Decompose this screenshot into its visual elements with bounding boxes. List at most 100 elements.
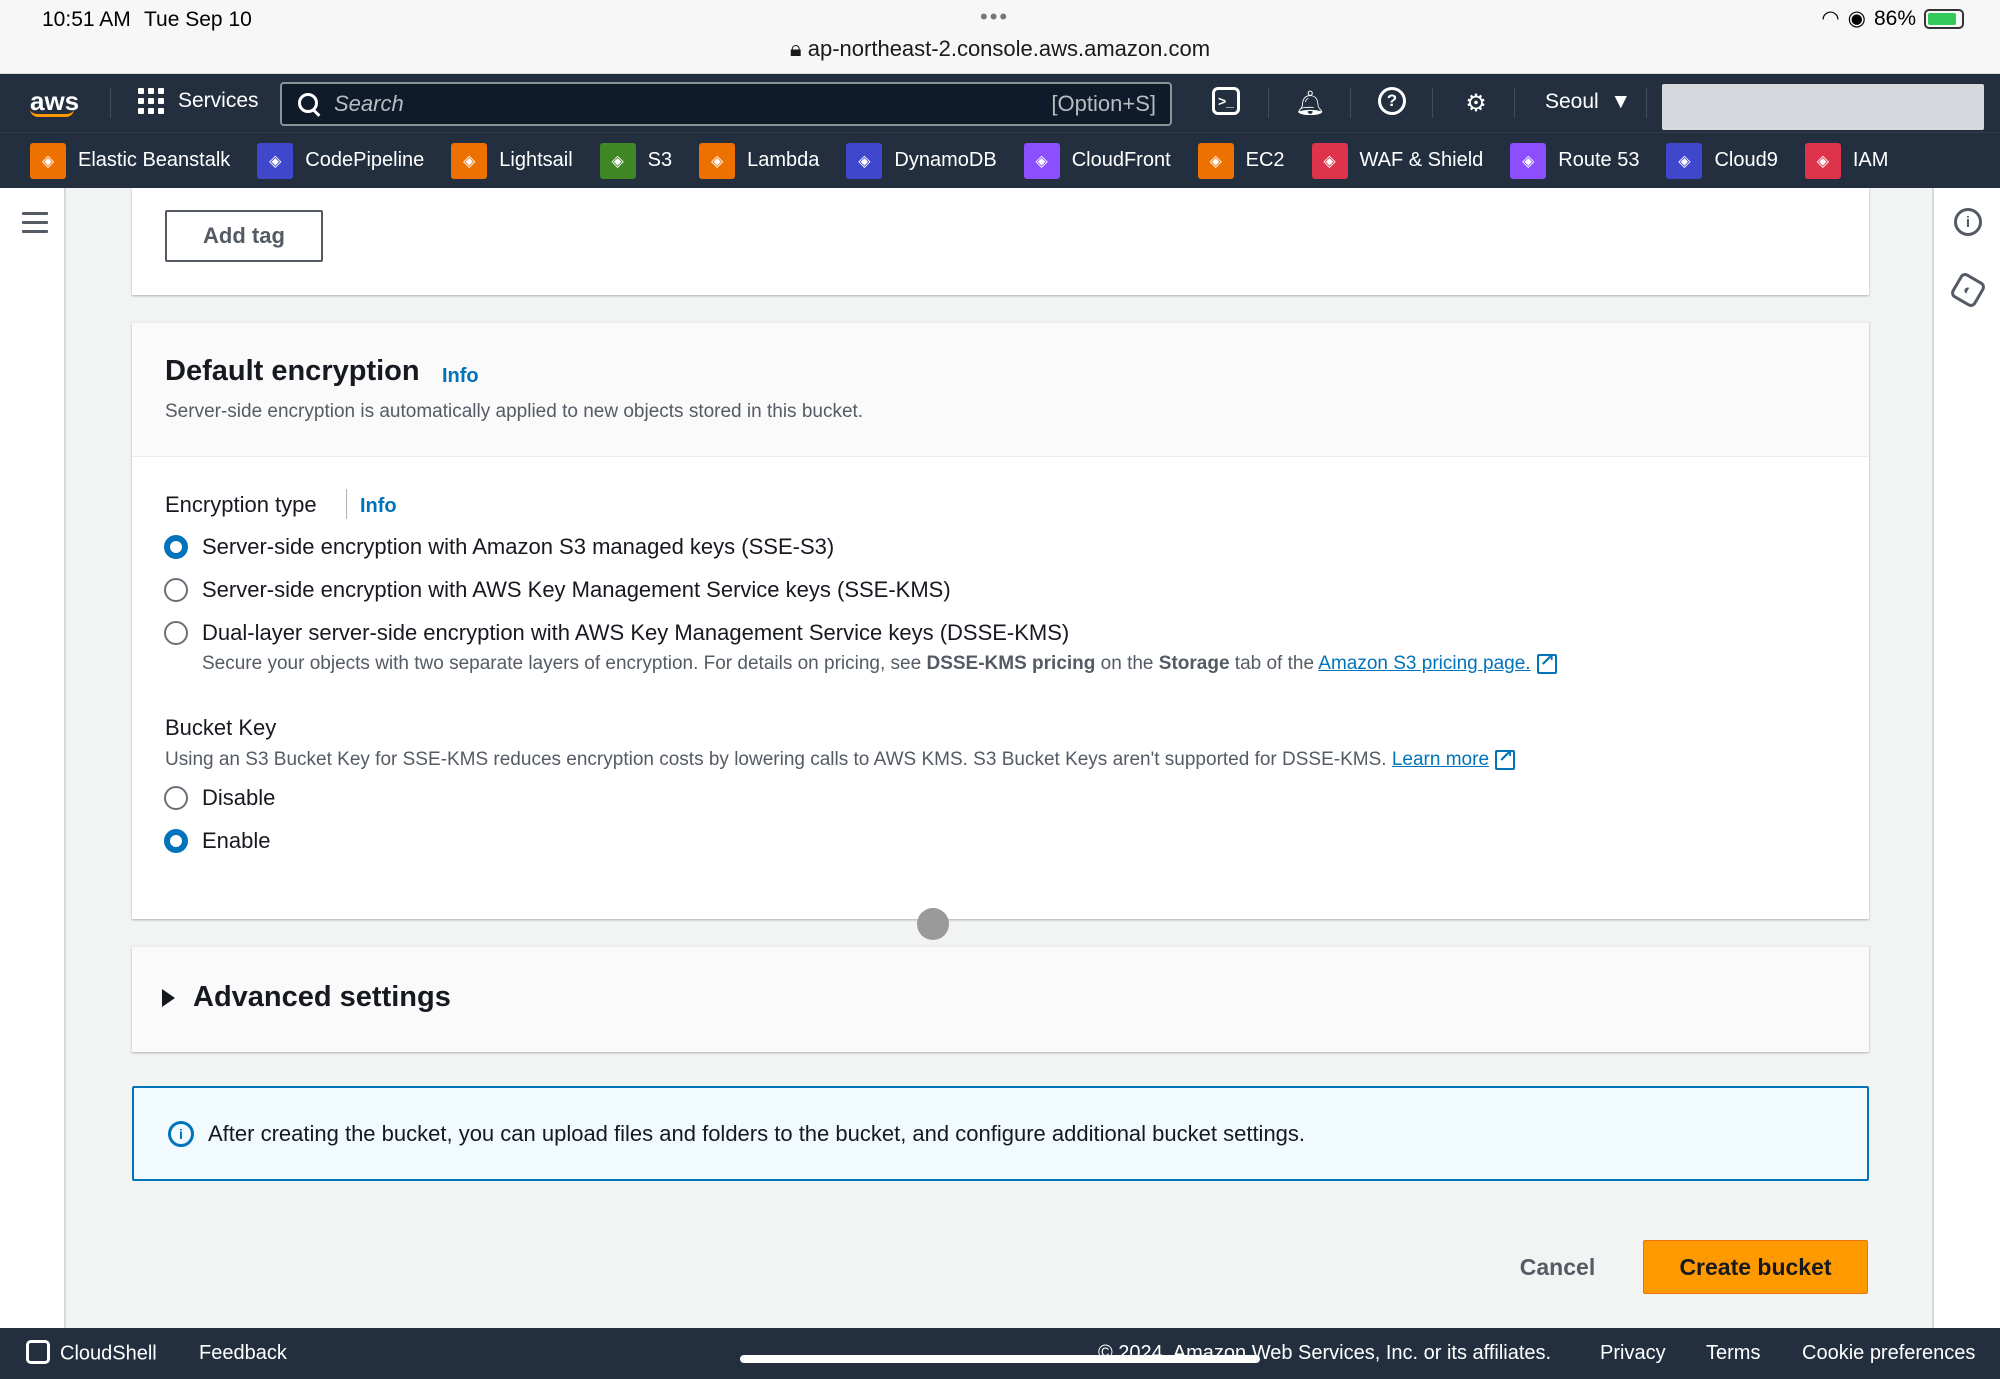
radio-sse-s3[interactable] <box>164 535 188 559</box>
advanced-settings-toggle[interactable]: Advanced settings <box>162 981 451 1014</box>
add-tag-button[interactable]: Add tag <box>165 210 323 262</box>
notifications-bell-icon[interactable]: 🔔︎ <box>1294 87 1326 119</box>
menu-hamburger-icon[interactable] <box>22 212 48 233</box>
radio-sse-kms[interactable] <box>164 578 188 602</box>
dsse-kms-description: Secure your objects with two separate la… <box>202 650 1557 675</box>
favorite-lambda[interactable]: ◈ Lambda <box>699 142 819 179</box>
favorite-ec2[interactable]: ◈ EC2 <box>1197 142 1285 179</box>
option-sse-kms[interactable]: Server-side encryption with AWS Key Mana… <box>164 577 951 603</box>
bucket-key-enable-label: Enable <box>202 828 271 853</box>
encryption-type-info-link[interactable]: Info <box>360 495 397 518</box>
favorites-bar: ◈ Elastic Beanstalk ◈ CodePipeline ◈ Lightsai… <box>0 132 2000 188</box>
battery-percent: 86% <box>1873 6 1916 30</box>
search-icon <box>296 91 322 117</box>
option-sse-s3-label: Server-side encryption with Amazon S3 ma… <box>202 534 835 559</box>
tags-panel: Add tag <box>132 188 1869 295</box>
option-bucket-key-disable[interactable]: Disable <box>164 785 275 811</box>
url-bar[interactable]: 🔒︎ ap-northeast-2.console.aws.amazon.com <box>0 36 2000 62</box>
ec2-icon: ◈ <box>1197 142 1234 179</box>
option-sse-kms-label: Server-side encryption with AWS Key Mana… <box>202 577 951 602</box>
favorite-dynamodb[interactable]: ◈ DynamoDB <box>846 142 997 179</box>
favorite-cloud9[interactable]: ◈ Cloud9 <box>1666 142 1778 179</box>
orientation-lock-icon: ◉ <box>1847 7 1866 30</box>
favorite-codepipeline[interactable]: ◈ CodePipeline <box>257 142 424 179</box>
radio-bucket-key-disable[interactable] <box>164 786 188 810</box>
footer-cloudshell-label: CloudShell <box>60 1342 157 1365</box>
touch-indicator <box>917 908 949 940</box>
bucket-key-disable-label: Disable <box>202 785 276 810</box>
favorite-label: EC2 <box>1245 149 1285 171</box>
amazon-q-icon[interactable]: ◐ <box>1948 270 1988 310</box>
battery-icon <box>1924 8 1964 29</box>
cloudfront-icon: ◈ <box>1023 142 1060 179</box>
option-sse-s3[interactable]: Server-side encryption with Amazon S3 ma… <box>164 534 834 560</box>
route-53-icon: ◈ <box>1510 142 1547 179</box>
nav-separator <box>1514 88 1515 118</box>
more-dots-icon[interactable]: ••• <box>980 4 1009 30</box>
footer-privacy[interactable]: Privacy <box>1600 1342 1666 1365</box>
favorite-label: Elastic Beanstalk <box>78 149 231 171</box>
dynamodb-icon: ◈ <box>846 142 883 179</box>
advanced-settings-title: Advanced settings <box>193 981 451 1013</box>
help-icon[interactable]: ? <box>1378 87 1406 115</box>
codepipeline-icon: ◈ <box>257 142 294 179</box>
region-selector[interactable]: Seoul ▼ <box>1545 90 1631 114</box>
favorite-route-53[interactable]: ◈ Route 53 <box>1510 142 1640 179</box>
favorite-waf-shield[interactable]: ◈ WAF & Shield <box>1311 142 1484 179</box>
favorite-label: CloudFront <box>1071 149 1171 171</box>
footer-cookie-preferences[interactable]: Cookie preferences <box>1802 1342 1975 1365</box>
cancel-button[interactable]: Cancel <box>1500 1240 1615 1294</box>
radio-dsse-kms[interactable] <box>164 621 188 645</box>
aws-top-nav: aws Services [Option+S] >_ 🔔︎ ? ⚙ Seoul … <box>0 74 2000 132</box>
lambda-icon: ◈ <box>699 142 736 179</box>
cloudshell-icon[interactable]: >_ <box>1212 87 1240 115</box>
dsse-desc-part: tab of the <box>1229 653 1319 674</box>
dsse-desc-bold: Storage <box>1158 653 1230 674</box>
learn-more-link[interactable]: Learn more <box>1392 749 1489 770</box>
create-bucket-button[interactable]: Create bucket <box>1643 1240 1868 1294</box>
bucket-key-description: Using an S3 Bucket Key for SSE-KMS reduc… <box>165 746 1516 771</box>
services-menu-button[interactable]: Services <box>138 88 259 114</box>
advanced-settings-panel[interactable]: Advanced settings <box>132 946 1869 1052</box>
radio-bucket-key-enable[interactable] <box>164 829 188 853</box>
services-grid-icon <box>138 88 164 114</box>
favorite-iam[interactable]: ◈ IAM <box>1804 142 1888 179</box>
search-input[interactable] <box>334 91 1052 117</box>
dsse-desc-bold: DSSE-KMS pricing <box>926 653 1096 674</box>
info-circle-icon: i <box>168 1120 194 1147</box>
footer-terms[interactable]: Terms <box>1706 1342 1760 1365</box>
search-bar[interactable]: [Option+S] <box>280 82 1172 126</box>
encryption-description: Server-side encryption is automatically … <box>165 401 864 422</box>
s3-pricing-link[interactable]: Amazon S3 pricing page. <box>1318 653 1530 674</box>
favorite-cloudfront[interactable]: ◈ CloudFront <box>1023 142 1171 179</box>
region-label: Seoul <box>1545 90 1599 113</box>
account-menu[interactable] <box>1662 84 1984 130</box>
info-panel-icon[interactable]: i <box>1954 208 1982 236</box>
external-link-icon <box>1495 746 1516 770</box>
console-footer: CloudShell Feedback © 2024, Amazon Web S… <box>0 1328 2000 1379</box>
s3-icon: ◈ <box>599 142 636 179</box>
favorite-lightsail[interactable]: ◈ Lightsail <box>451 142 573 179</box>
footer-feedback[interactable]: Feedback <box>199 1342 287 1365</box>
footer-cloudshell[interactable]: CloudShell <box>26 1340 157 1366</box>
favorite-elastic-beanstalk[interactable]: ◈ Elastic Beanstalk <box>30 142 231 179</box>
favorite-s3[interactable]: ◈ S3 <box>599 142 672 179</box>
option-dsse-kms[interactable]: Dual-layer server-side encryption with A… <box>164 620 1069 646</box>
favorite-label: WAF & Shield <box>1359 149 1484 171</box>
caret-down-icon: ▼ <box>1604 90 1632 113</box>
label-separator <box>346 489 347 519</box>
aws-logo-text: aws <box>30 86 80 116</box>
favorite-label: Route 53 <box>1558 149 1640 171</box>
settings-gear-icon[interactable]: ⚙ <box>1460 87 1492 119</box>
right-side-rail: i ◐ <box>1932 188 2000 1328</box>
services-label: Services <box>178 89 259 112</box>
cloud9-icon: ◈ <box>1666 142 1703 179</box>
encryption-info-link[interactable]: Info <box>442 365 479 388</box>
bucket-key-label: Bucket Key <box>165 715 277 740</box>
iam-icon: ◈ <box>1804 142 1841 179</box>
encryption-title: Default encryption <box>165 355 420 387</box>
home-indicator[interactable] <box>740 1355 1260 1363</box>
option-bucket-key-enable[interactable]: Enable <box>164 828 271 854</box>
waf-shield-icon: ◈ <box>1311 142 1348 179</box>
aws-logo[interactable]: aws <box>30 86 79 117</box>
